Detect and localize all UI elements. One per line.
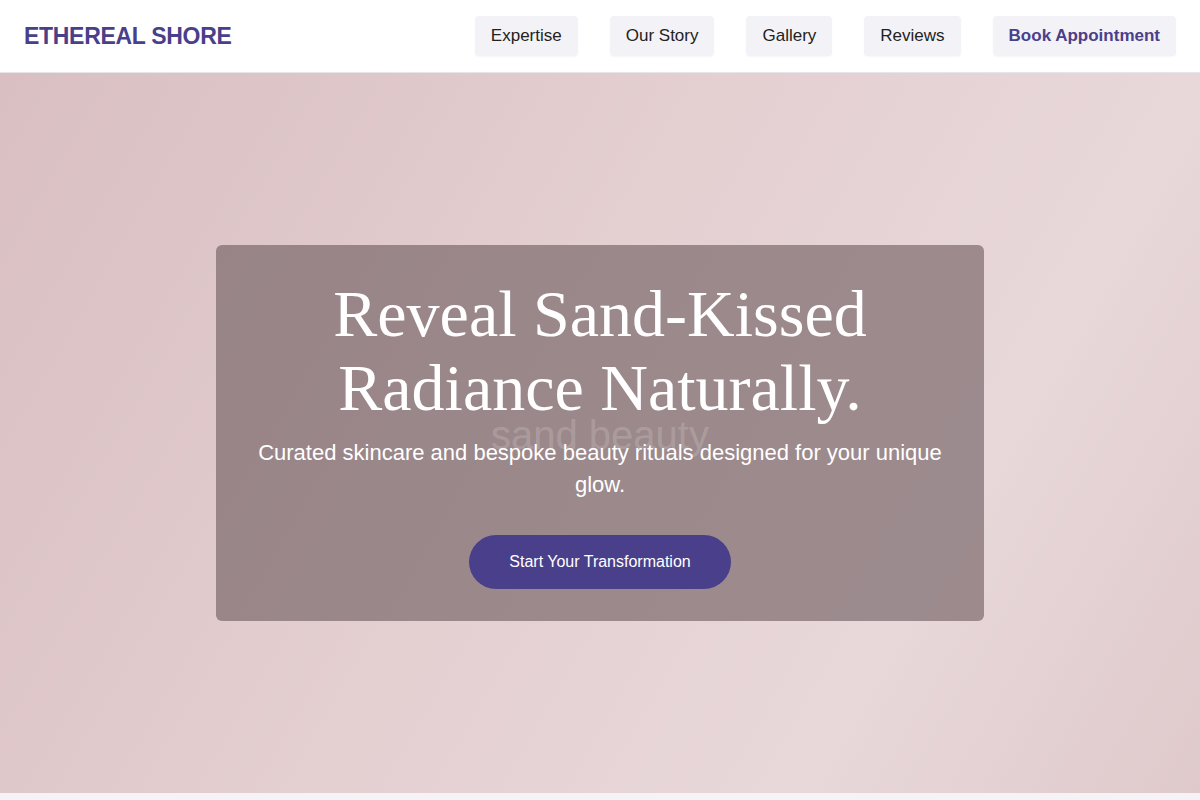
hero-subtitle: Curated skincare and bespoke beauty ritu…: [248, 437, 952, 501]
title-line: Radiance Naturally.: [333, 351, 866, 425]
hero-title: Reveal Sand-KissedRadiance Naturally.: [333, 277, 866, 425]
page: ETHEREAL SHORE Expertise Our Story Gallery R…: [0, 0, 1200, 800]
nav-button[interactable]: Our Story: [610, 16, 715, 56]
hero: sand beautyReveal Sand-KissedRadiance Na…: [0, 73, 1200, 793]
header: ETHEREAL SHORE Expertise Our Story Gallery R…: [0, 0, 1200, 73]
brand-logo[interactable]: ETHEREAL SHORE: [24, 23, 232, 50]
book-button[interactable]: Book Appointment: [993, 16, 1176, 56]
cta-button[interactable]: Start Your Transformation: [469, 535, 730, 589]
nav: Expertise Our Story Gallery Reviews Book App…: [475, 16, 1176, 56]
hero-overlay: sand beautyReveal Sand-KissedRadiance Na…: [216, 245, 984, 621]
nav-button[interactable]: Gallery: [746, 16, 832, 56]
title-line: Reveal Sand-Kissed: [333, 277, 866, 351]
nav-button[interactable]: Expertise: [475, 16, 578, 56]
nav-button[interactable]: Reviews: [864, 16, 960, 56]
